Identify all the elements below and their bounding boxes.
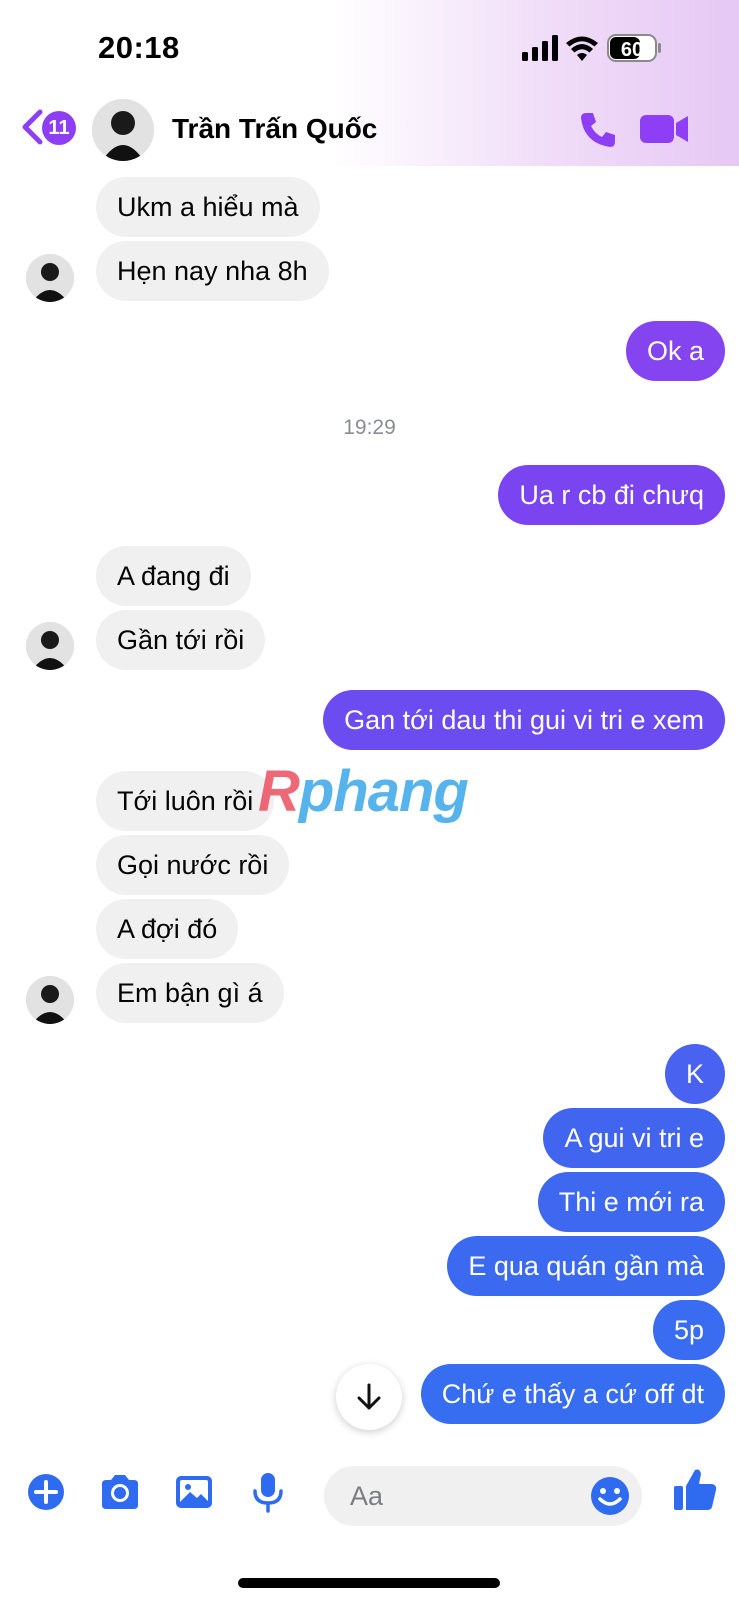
message-incoming[interactable]: Hẹn nay nha 8h <box>96 241 329 301</box>
message-incoming[interactable]: Tới luôn rồi <box>96 771 275 831</box>
status-icons: 60 <box>522 34 672 64</box>
home-indicator <box>238 1578 500 1588</box>
message-incoming[interactable]: A đang đi <box>96 546 251 606</box>
camera-icon <box>102 1475 138 1509</box>
back-button[interactable]: 11 <box>20 109 80 145</box>
like-button[interactable] <box>672 1466 718 1514</box>
message-outgoing[interactable]: A gui vi tri e <box>543 1108 725 1168</box>
message-outgoing[interactable]: Thi e mới ra <box>537 1172 725 1232</box>
video-call-button[interactable] <box>640 111 690 147</box>
status-time: 20:18 <box>98 30 180 65</box>
gallery-icon <box>176 1476 212 1508</box>
audio-call-button[interactable] <box>578 109 618 149</box>
message-outgoing[interactable]: Gan tới dau thi gui vi tri e xem <box>323 690 725 750</box>
sender-avatar[interactable] <box>26 254 74 302</box>
scroll-to-bottom-button[interactable] <box>336 1364 402 1430</box>
battery-icon: 60 <box>607 34 661 62</box>
thumbs-up-icon <box>674 1469 717 1510</box>
phone-icon <box>581 113 615 147</box>
emoji-button[interactable] <box>588 1474 632 1518</box>
message-outgoing[interactable]: 5p <box>652 1300 725 1360</box>
watermark-logo: Rphang <box>258 758 469 825</box>
sender-avatar[interactable] <box>26 622 74 670</box>
message-outgoing[interactable]: K <box>664 1044 725 1104</box>
signal-icon <box>522 35 558 61</box>
camera-button[interactable] <box>98 1470 142 1514</box>
arrow-down-icon <box>357 1383 381 1410</box>
emoji-icon <box>591 1477 629 1515</box>
microphone-icon <box>253 1473 283 1513</box>
contact-name[interactable]: Trần Trấn Quốc <box>172 113 377 145</box>
chat-header: 11 Trần Trấn Quốc <box>0 95 739 165</box>
message-input-placeholder: Aa <box>350 1481 384 1511</box>
message-outgoing[interactable]: Chứ e thấy a cứ off dt <box>420 1364 725 1424</box>
contact-avatar[interactable] <box>92 99 154 161</box>
add-icon <box>28 1474 64 1510</box>
voice-button[interactable] <box>246 1470 290 1514</box>
chevron-left-icon <box>22 109 43 145</box>
unread-badge: 11 <box>42 111 76 145</box>
message-incoming[interactable]: Gọi nước rồi <box>96 835 290 895</box>
message-incoming[interactable]: Gần tới rồi <box>96 610 266 670</box>
watermark-rest: phang <box>298 759 469 824</box>
gallery-button[interactable] <box>172 1470 216 1514</box>
battery-level: 60 <box>621 39 643 61</box>
message-incoming[interactable]: A đợi đó <box>96 899 239 959</box>
message-outgoing[interactable]: E qua quán gần mà <box>447 1236 725 1296</box>
message-incoming[interactable]: Ukm a hiểu mà <box>96 177 320 237</box>
message-timestamp: 19:29 <box>343 416 396 439</box>
watermark-first: R <box>258 759 300 824</box>
message-input[interactable]: Aa <box>324 1466 642 1526</box>
video-icon <box>640 115 688 143</box>
sender-avatar[interactable] <box>26 976 74 1024</box>
message-outgoing[interactable]: Ua r cb đi chưq <box>498 465 725 525</box>
add-button[interactable] <box>24 1470 68 1514</box>
message-outgoing[interactable]: Ok a <box>625 321 725 381</box>
message-incoming[interactable]: Em bận gì á <box>96 963 284 1023</box>
wifi-icon <box>566 36 598 61</box>
